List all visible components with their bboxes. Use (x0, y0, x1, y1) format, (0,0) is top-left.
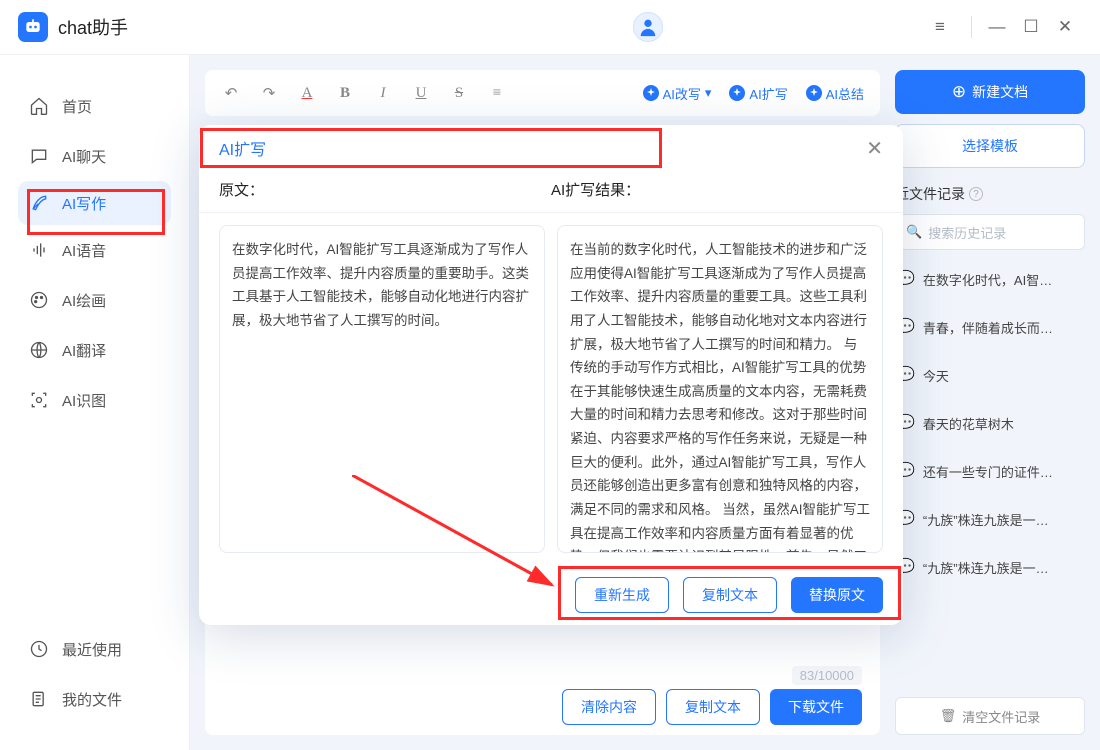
sidebar-item-label: AI聊天 (62, 146, 106, 167)
redo-icon[interactable]: ↷ (259, 84, 279, 103)
recent-file-item[interactable]: 💬“九族”株连九族是一… (895, 500, 1085, 538)
recent-file-item[interactable]: 💬青春，伴随着成长而… (895, 308, 1085, 346)
feather-icon (28, 192, 50, 214)
modal-title: AI扩写 (219, 136, 266, 160)
sidebar-item-myfiles[interactable]: 我的文件 (0, 674, 189, 724)
recent-file-item[interactable]: 💬还有一些专门的证件… (895, 452, 1085, 490)
files-icon (28, 688, 50, 710)
choose-template-button[interactable]: 选择模板 (895, 124, 1085, 168)
ai-rewrite-button[interactable]: AI改写 ▾ (643, 84, 712, 103)
app-logo (18, 12, 48, 42)
download-file-button[interactable]: 下载文件 (770, 689, 862, 725)
sidebar-item-paint[interactable]: AI绘画 (0, 275, 189, 325)
underline-icon[interactable]: U (411, 85, 431, 102)
recent-file-item[interactable]: 💬今天 (895, 356, 1085, 394)
clear-content-button[interactable]: 清除内容 (562, 689, 656, 725)
chat-icon (28, 145, 50, 167)
recent-files-heading: 近文件记录? (895, 184, 1085, 204)
sparkle-icon (643, 85, 659, 101)
clear-files-button[interactable]: 🗑清空文件记录 (895, 697, 1085, 735)
window-maximize-button[interactable]: ☐ (1014, 10, 1048, 44)
sidebar-item-label: 最近使用 (62, 639, 122, 660)
sidebar-item-label: 我的文件 (62, 689, 122, 710)
history-icon (28, 638, 50, 660)
result-label: AI扩写结果： (551, 179, 883, 200)
sidebar: 首页 AI聊天 AI写作 AI语音 AI绘画 AI翻译 AI识图 最近使用 我的… (0, 55, 190, 750)
app-title: chat助手 (58, 14, 128, 40)
recent-file-item[interactable]: 💬春天的花草树木 (895, 404, 1085, 442)
bold-icon[interactable]: B (335, 85, 355, 102)
sidebar-item-label: AI绘画 (62, 290, 106, 311)
char-counter: 83/10000 (792, 666, 862, 685)
copy-content-button[interactable]: 复制文本 (666, 689, 760, 725)
window-close-button[interactable]: ✕ (1048, 10, 1082, 44)
regenerate-button[interactable]: 重新生成 (575, 577, 669, 613)
translate-icon (28, 339, 50, 361)
titlebar: chat助手 ≡ — ☐ ✕ (0, 0, 1100, 55)
sidebar-item-translate[interactable]: AI翻译 (0, 325, 189, 375)
ai-expand-modal: AI扩写 ✕ 原文： AI扩写结果： 在数字化时代，AI智能扩写工具逐渐成为了写… (199, 125, 903, 625)
search-icon: 🔍 (906, 224, 922, 240)
sidebar-item-home[interactable]: 首页 (0, 81, 189, 131)
sidebar-item-writing[interactable]: AI写作 (18, 181, 171, 225)
sidebar-item-label: AI语音 (62, 240, 106, 261)
sparkle-icon (729, 85, 745, 101)
user-avatar[interactable] (633, 12, 663, 42)
menu-icon[interactable]: ≡ (923, 10, 957, 44)
sidebar-item-label: 首页 (62, 96, 92, 117)
audio-icon (28, 239, 50, 261)
italic-icon[interactable]: I (373, 85, 393, 102)
trash-icon: 🗑 (940, 708, 957, 724)
sidebar-item-label: AI写作 (62, 193, 106, 214)
scan-icon (28, 389, 50, 411)
sidebar-item-chat[interactable]: AI聊天 (0, 131, 189, 181)
sidebar-item-label: AI识图 (62, 390, 106, 411)
new-doc-button[interactable]: ⊕新建文档 (895, 70, 1085, 114)
result-text-panel[interactable]: 在当前的数字化时代，人工智能技术的进步和广泛应用使得AI智能扩写工具逐渐成为了写… (557, 225, 883, 553)
ai-summary-button[interactable]: AI总结 (806, 84, 864, 103)
palette-icon (28, 289, 50, 311)
help-icon[interactable]: ? (969, 187, 983, 201)
sidebar-item-label: AI翻译 (62, 340, 106, 361)
replace-original-button[interactable]: 替换原文 (791, 577, 883, 613)
sidebar-item-ocr[interactable]: AI识图 (0, 375, 189, 425)
separator (971, 16, 972, 38)
align-icon[interactable]: ≡ (487, 85, 507, 102)
modal-close-button[interactable]: ✕ (866, 136, 883, 161)
window-minimize-button[interactable]: — (980, 10, 1014, 44)
editor-toolbar: ↶ ↷ A B I U S ≡ AI改写 ▾ AI扩写 AI总结 (205, 70, 880, 116)
recent-file-item[interactable]: 💬在数字化时代，AI智… (895, 260, 1085, 298)
sidebar-item-recent[interactable]: 最近使用 (0, 624, 189, 674)
search-history-input[interactable]: 🔍搜索历史记录 (895, 214, 1085, 250)
recent-file-item[interactable]: 💬“九族”株连九族是一… (895, 548, 1085, 586)
sidebar-item-voice[interactable]: AI语音 (0, 225, 189, 275)
plus-icon: ⊕ (952, 82, 966, 102)
font-color-icon[interactable]: A (297, 85, 317, 102)
original-text-panel[interactable]: 在数字化时代，AI智能扩写工具逐渐成为了写作人员提高工作效率、提升内容质量的重要… (219, 225, 545, 553)
original-label: 原文： (219, 179, 551, 200)
home-icon (28, 95, 50, 117)
strike-icon[interactable]: S (449, 85, 469, 102)
right-panel: ⊕新建文档 选择模板 近文件记录? 🔍搜索历史记录 💬在数字化时代，AI智… 💬… (895, 70, 1085, 735)
sparkle-icon (806, 85, 822, 101)
copy-result-button[interactable]: 复制文本 (683, 577, 777, 613)
ai-expand-button[interactable]: AI扩写 (729, 84, 787, 103)
undo-icon[interactable]: ↶ (221, 84, 241, 103)
